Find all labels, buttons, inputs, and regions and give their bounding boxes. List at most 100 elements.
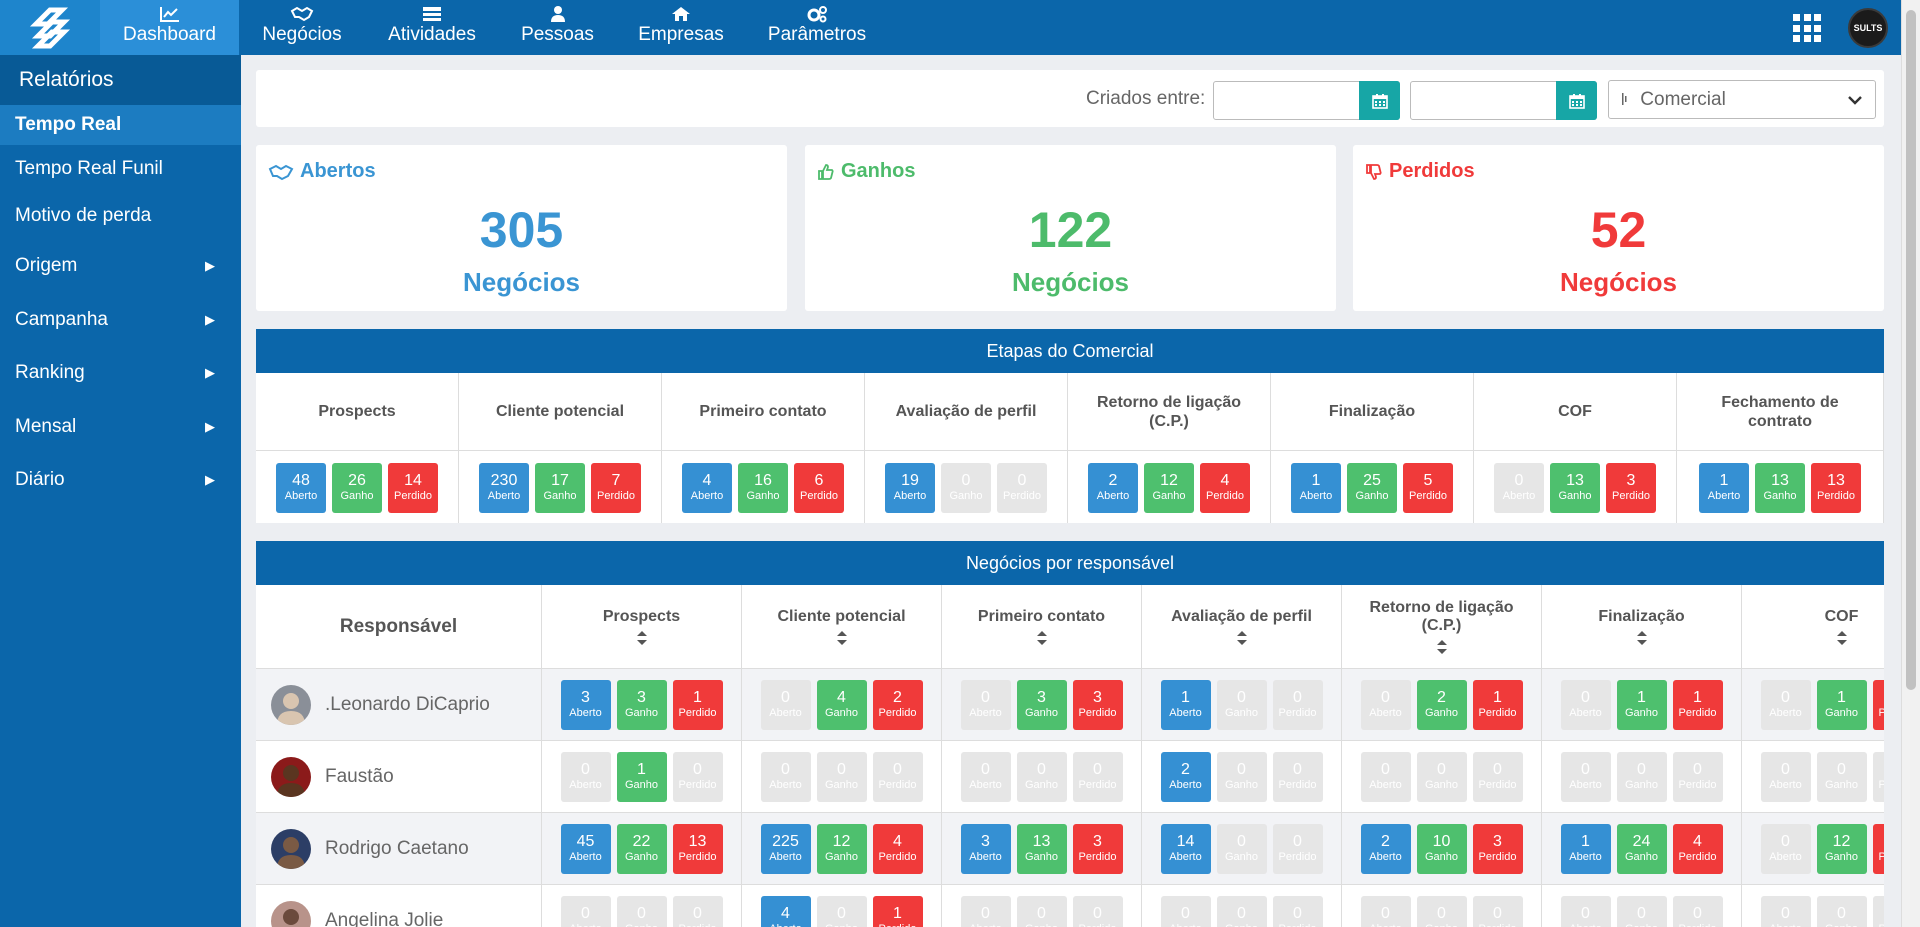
status-badge-won[interactable]: 0Ganho <box>1416 895 1467 927</box>
status-badge-open[interactable]: 0Aberto <box>960 895 1011 927</box>
status-badge-open[interactable]: 0Aberto <box>1494 463 1544 513</box>
status-badge-lost[interactable]: 0Perdido <box>1072 895 1123 927</box>
status-badge-open[interactable]: 0Aberto <box>1560 679 1611 730</box>
status-badge-lost[interactable]: 0Perdido <box>1272 895 1323 927</box>
status-badge-won[interactable]: 1 Ganho <box>616 751 667 802</box>
status-badge-won[interactable]: 0Ganho <box>816 751 867 802</box>
status-badge-lost[interactable]: 13 Perdido <box>1811 463 1861 513</box>
nav-pessoas[interactable]: Pessoas <box>515 0 600 55</box>
status-badge-open[interactable]: 0Aberto <box>960 679 1011 730</box>
responsible-cell[interactable]: Faustão <box>256 741 542 812</box>
status-badge-open[interactable]: 4Aberto <box>682 463 732 513</box>
status-badge-open[interactable]: 0Aberto <box>1560 895 1611 927</box>
status-badge-lost[interactable]: 1Perdido <box>1472 679 1523 730</box>
status-badge-won[interactable]: 1 Ganho <box>1616 679 1667 730</box>
scrollbar-thumb[interactable] <box>1906 10 1916 690</box>
calendar-button-from[interactable] <box>1359 81 1400 120</box>
responsible-cell[interactable]: Rodrigo Caetano <box>256 813 542 884</box>
calendar-button-to[interactable] <box>1556 81 1597 120</box>
sort-icon[interactable] <box>836 630 848 646</box>
status-badge-lost[interactable]: 6 Perdido <box>794 463 844 513</box>
status-badge-lost[interactable]: 14 Perdido <box>388 463 438 513</box>
page-scrollbar[interactable] <box>1901 0 1920 927</box>
status-badge-won[interactable]: 1 Ganho <box>1816 679 1867 730</box>
status-badge-won[interactable]: 4 Ganho <box>816 679 867 730</box>
status-badge-open[interactable]: 0Aberto <box>560 751 611 802</box>
status-badge-won[interactable]: 0Ganho <box>1216 823 1267 874</box>
status-badge-lost[interactable]: 0Perdido <box>1672 751 1723 802</box>
status-badge-lost[interactable]: 1Perdido <box>1872 679 1884 730</box>
status-badge-won[interactable]: 0Ganho <box>1616 895 1667 927</box>
status-badge-open[interactable]: 0Aberto <box>560 895 611 927</box>
status-badge-lost[interactable]: 0Perdido <box>1472 895 1523 927</box>
status-badge-lost[interactable]: 7 Perdido <box>591 463 641 513</box>
status-badge-lost[interactable]: 4 Perdido <box>872 823 923 874</box>
status-badge-lost[interactable]: 4 Perdido <box>1672 823 1723 874</box>
sidebar-item-origem[interactable]: Origem ▶ <box>0 239 241 293</box>
sidebar-item-tempo-real-funil[interactable]: Tempo Real Funil <box>0 145 241 192</box>
column-header[interactable]: Cliente potencial <box>742 585 942 668</box>
status-badge-lost[interactable]: 5 Perdido <box>1403 463 1453 513</box>
responsible-cell[interactable]: Angelina Jolie <box>256 885 542 927</box>
status-badge-lost[interactable]: 0Perdido <box>1872 751 1884 802</box>
status-badge-lost[interactable]: 1Perdido <box>1872 823 1884 874</box>
sort-icon[interactable] <box>1236 630 1248 646</box>
status-badge-won[interactable]: 3 Ganho <box>616 679 667 730</box>
status-badge-lost[interactable]: 13 Perdido <box>672 823 723 874</box>
status-badge-lost[interactable]: 0Perdido <box>672 751 723 802</box>
status-badge-won[interactable]: 0Ganho <box>1616 751 1667 802</box>
status-badge-won[interactable]: 0Ganho <box>1816 751 1867 802</box>
status-badge-lost[interactable]: 0Perdido <box>1072 751 1123 802</box>
status-badge-won[interactable]: 16 Ganho <box>738 463 788 513</box>
status-badge-open[interactable]: 48 Aberto <box>276 463 326 513</box>
date-from-field[interactable] <box>1213 81 1400 120</box>
sort-icon[interactable] <box>1836 630 1848 646</box>
status-badge-won[interactable]: 26 Ganho <box>332 463 382 513</box>
status-badge-open[interactable]: 0Aberto <box>1760 895 1811 927</box>
apps-grid-icon[interactable] <box>1793 14 1821 42</box>
app-logo[interactable] <box>0 0 100 55</box>
status-badge-lost[interactable]: 3 Perdido <box>1472 823 1523 874</box>
status-badge-won[interactable]: 3 Ganho <box>1016 679 1067 730</box>
status-badge-won[interactable]: 0Ganho <box>1816 895 1867 927</box>
status-badge-won[interactable]: 0Ganho <box>1216 895 1267 927</box>
status-badge-won[interactable]: 0Ganho <box>1016 751 1067 802</box>
status-badge-lost[interactable]: 0Perdido <box>1272 751 1323 802</box>
status-badge-lost[interactable]: 1Perdido <box>872 895 923 927</box>
status-badge-open[interactable]: 0Aberto <box>1760 751 1811 802</box>
status-badge-won[interactable]: 0Ganho <box>816 895 867 927</box>
sidebar-item-mensal[interactable]: Mensal ▶ <box>0 400 241 453</box>
status-badge-lost[interactable]: 0Perdido <box>1272 823 1323 874</box>
status-badge-open[interactable]: 1 Aberto <box>1160 679 1211 730</box>
status-badge-won[interactable]: 22 Ganho <box>616 823 667 874</box>
status-badge-won[interactable]: 0Ganho <box>1216 751 1267 802</box>
status-badge-lost[interactable]: 0Perdido <box>1672 895 1723 927</box>
column-header-responsavel[interactable]: Responsável <box>256 585 542 668</box>
status-badge-open[interactable]: 1 Aberto <box>1699 463 1749 513</box>
nav-empresas[interactable]: Empresas <box>636 0 726 55</box>
status-badge-lost[interactable]: 1Perdido <box>672 679 723 730</box>
status-badge-open[interactable]: 0Aberto <box>1160 895 1211 927</box>
status-badge-lost[interactable]: 4 Perdido <box>1200 463 1250 513</box>
status-badge-lost[interactable]: 0Perdido <box>672 895 723 927</box>
status-badge-open[interactable]: 2 Aberto <box>1360 823 1411 874</box>
status-badge-open[interactable]: 0Aberto <box>1560 751 1611 802</box>
status-badge-open[interactable]: 0Aberto <box>760 751 811 802</box>
status-badge-open[interactable]: 0Aberto <box>1360 679 1411 730</box>
status-badge-won[interactable]: 13 Ganho <box>1755 463 1805 513</box>
sidebar-item-tempo-real[interactable]: Tempo Real <box>0 105 241 145</box>
status-badge-lost[interactable]: 2 Perdido <box>872 679 923 730</box>
status-badge-won[interactable]: 0Ganho <box>941 463 991 513</box>
sidebar-item-campanha[interactable]: Campanha ▶ <box>0 293 241 346</box>
status-badge-won[interactable]: 0Ganho <box>1416 751 1467 802</box>
sidebar-item-diario[interactable]: Diário ▶ <box>0 453 241 507</box>
status-badge-open[interactable]: 2 Aberto <box>1088 463 1138 513</box>
status-badge-won[interactable]: 17 Ganho <box>535 463 585 513</box>
status-badge-won[interactable]: 10 Ganho <box>1416 823 1467 874</box>
status-badge-open[interactable]: 230 Aberto <box>479 463 529 513</box>
responsible-cell[interactable]: .Leonardo DiCaprio <box>256 669 542 740</box>
status-badge-open[interactable]: 4Aberto <box>760 895 811 927</box>
column-header[interactable]: Prospects <box>542 585 742 668</box>
column-header[interactable]: COF <box>1742 585 1884 668</box>
status-badge-won[interactable]: 13 Ganho <box>1550 463 1600 513</box>
